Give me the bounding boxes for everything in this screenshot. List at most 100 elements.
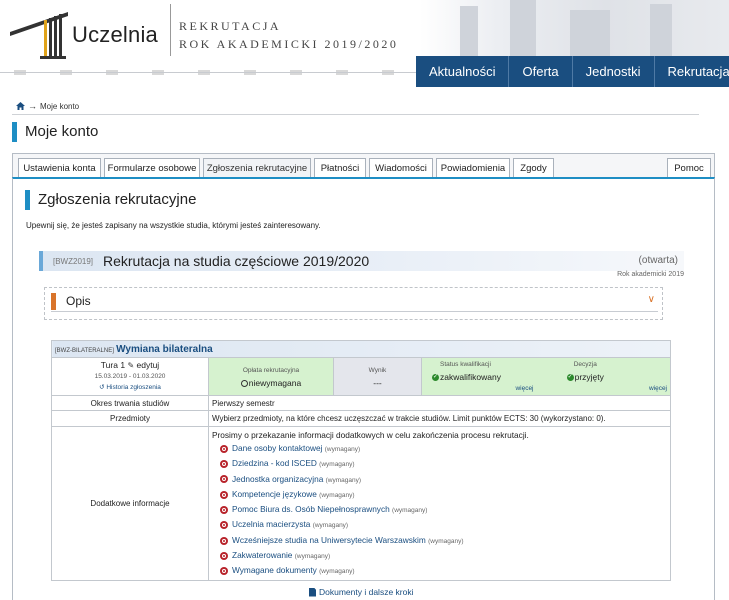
round-cell: Tura 1 ✎ edytuj 15.03.2019 - 01.03.2020 …: [51, 357, 209, 396]
list-item-link[interactable]: Jednostka organizacyjna: [232, 474, 323, 484]
list-item-link[interactable]: Zakwaterowanie: [232, 550, 292, 560]
tab-platnosci[interactable]: Płatności: [314, 158, 366, 178]
list-item-link[interactable]: Wymagane dokumenty: [232, 565, 317, 575]
exchange-name[interactable]: Wymiana bilateralna: [116, 344, 213, 355]
list-item-link[interactable]: Kompetencje językowe: [232, 489, 317, 499]
exchange-code: [BWZ-BILATERALNE]: [55, 347, 114, 354]
application-table: [BWZ-BILATERALNE] Wymiana bilateralna Tu…: [51, 340, 671, 581]
subjects-label: Przedmioty: [51, 410, 209, 427]
history-icon[interactable]: ↺: [99, 384, 104, 391]
nav-aktualnosci[interactable]: Aktualności: [416, 56, 508, 87]
logo-divider: [170, 4, 171, 56]
list-item-link[interactable]: Uczelnia macierzysta: [232, 519, 310, 529]
required-icon: [220, 567, 228, 576]
required-icon: [220, 506, 228, 514]
breadcrumb: → Moje konto: [16, 101, 79, 111]
tab-ustawienia-konta[interactable]: Ustawienia konta: [18, 158, 101, 178]
recruitment-status: (otwarta): [638, 255, 678, 266]
list-item-link[interactable]: Dziedzina - kod ISCED: [232, 458, 317, 468]
nav-jednostki[interactable]: Jednostki: [571, 56, 654, 87]
header-building-image: [420, 0, 729, 60]
list-item[interactable]: Uczelnia macierzysta (wymagany): [220, 517, 670, 532]
recruitment-title: Rekrutacja na studia częściowe 2019/2020: [103, 253, 370, 269]
qualification-value: zakwalifikowany: [440, 371, 501, 382]
decision-cell: Decyzja ✓ przyjęty więcej: [545, 357, 671, 396]
main-nav: Aktualności Oferta Jednostki Rekrutacja: [416, 56, 729, 87]
additional-label: Dodatkowe informacje: [51, 426, 209, 581]
check-icon: ✓: [432, 373, 439, 381]
decision-more-link[interactable]: więcej: [546, 383, 671, 395]
opis-panel: Opis ∨: [44, 287, 663, 320]
document-icon: [309, 587, 316, 597]
required-tag: (wymagany): [324, 446, 361, 453]
check-icon: ✓: [566, 373, 574, 381]
list-item[interactable]: Dziedzina - kod ISCED (wymagany): [220, 456, 670, 471]
list-item[interactable]: Jednostka organizacyjna (wymagany): [220, 472, 670, 487]
required-icon: [220, 551, 228, 560]
required-icon: [220, 444, 228, 453]
home-icon[interactable]: [16, 102, 25, 110]
tab-zgody[interactable]: Zgody: [513, 158, 554, 178]
fee-cell: Opłata rekrutacyjna niewymagana: [208, 357, 334, 396]
required-tag: (wymagany): [312, 522, 349, 530]
documents-link-label[interactable]: Dokumenty i dalsze kroki: [319, 587, 413, 597]
documents-link[interactable]: Dokumenty i dalsze kroki: [309, 587, 413, 597]
fee-label: Opłata rekrutacyjna: [242, 366, 300, 374]
result-value: ---: [373, 377, 382, 388]
breadcrumb-divider: [12, 114, 699, 115]
edit-icon[interactable]: ✎: [127, 361, 134, 370]
site-title-line2: ROK AKADEMICKI 2019/2020: [179, 37, 399, 51]
tab-formularze-osobowe[interactable]: Formularze osobowe: [104, 158, 200, 178]
opis-marker: [51, 293, 56, 310]
subjects-value[interactable]: Wybierz przedmioty, na które chcesz uczę…: [208, 410, 671, 427]
required-icon: [220, 490, 228, 499]
list-item[interactable]: Wymagane dokumenty (wymagany): [220, 563, 670, 578]
required-icon: [220, 521, 228, 530]
required-tag: (wymagany): [319, 568, 355, 576]
fee-value: niewymagana: [248, 377, 302, 388]
tab-zgloszenia-rekrutacyjne[interactable]: Zgłoszenia rekrutacyjne: [203, 158, 311, 178]
site-header: Uczelnia REKRUTACJA ROK AKADEMICKI 2019/…: [0, 0, 729, 88]
section-title: Zgłoszenia rekrutacyjne: [25, 190, 196, 210]
additional-cell: Prosimy o przekazanie informacji dodatko…: [208, 426, 671, 581]
logo-text[interactable]: Uczelnia: [72, 22, 158, 48]
list-item[interactable]: Zakwaterowanie (wymagany): [220, 548, 670, 563]
duration-label: Okres trwania studiów: [51, 395, 209, 411]
tab-pomoc[interactable]: Pomoc: [667, 158, 711, 178]
nav-rekrutacja[interactable]: Rekrutacja: [653, 56, 729, 87]
required-tag: (wymagany): [319, 461, 355, 469]
result-label: Wynik: [368, 366, 387, 374]
list-item[interactable]: Wcześniejsze studia na Uniwersytecie War…: [220, 533, 670, 548]
required-tag: (wymagany): [319, 491, 355, 499]
circle-icon: [240, 379, 248, 387]
qualification-more-link[interactable]: więcej: [422, 383, 546, 395]
required-icon: [220, 475, 228, 484]
qualification-label: Status kwalifikacji: [440, 360, 491, 368]
tab-wiadomosci[interactable]: Wiadomości: [369, 158, 433, 178]
list-item[interactable]: Kompetencje językowe (wymagany): [220, 487, 670, 502]
tab-powiadomienia[interactable]: Powiadomienia: [436, 158, 510, 178]
result-cell: Wynik ---: [333, 357, 422, 396]
nav-oferta[interactable]: Oferta: [508, 56, 571, 87]
opis-toggle[interactable]: Opis ∨: [51, 292, 658, 312]
duration-value: Pierwszy semestr: [208, 395, 671, 411]
round-dates: 15.03.2019 - 01.03.2020: [94, 373, 166, 380]
required-tag: (wymagany): [392, 507, 428, 515]
exchange-header: [BWZ-BILATERALNE] Wymiana bilateralna: [51, 340, 671, 358]
history-link[interactable]: Historia zgłoszenia: [106, 384, 161, 391]
university-logo-icon[interactable]: [10, 10, 70, 60]
required-tag: (wymagany): [294, 553, 331, 561]
list-item-link[interactable]: Wcześniejsze studia na Uniwersytecie War…: [232, 535, 426, 545]
list-item[interactable]: Dane osoby kontaktowej (wymagany): [220, 441, 670, 456]
list-item[interactable]: Pomoc Biura ds. Osób Niepełnosprawnych (…: [220, 502, 670, 517]
required-tag: (wymagany): [428, 537, 464, 545]
breadcrumb-current: Moje konto: [40, 101, 80, 111]
recruitment-header: [BWZ2019] Rekrutacja na studia częściowe…: [39, 251, 684, 271]
round-edit-link[interactable]: edytuj: [137, 360, 160, 370]
chevron-down-icon[interactable]: ∨: [648, 294, 655, 305]
decision-value: przyjęty: [574, 371, 604, 382]
round-label: Tura 1: [100, 360, 126, 370]
opis-label: Opis: [66, 294, 91, 308]
list-item-link[interactable]: Dane osoby kontaktowej: [232, 443, 322, 453]
list-item-link[interactable]: Pomoc Biura ds. Osób Niepełnosprawnych: [232, 504, 390, 514]
